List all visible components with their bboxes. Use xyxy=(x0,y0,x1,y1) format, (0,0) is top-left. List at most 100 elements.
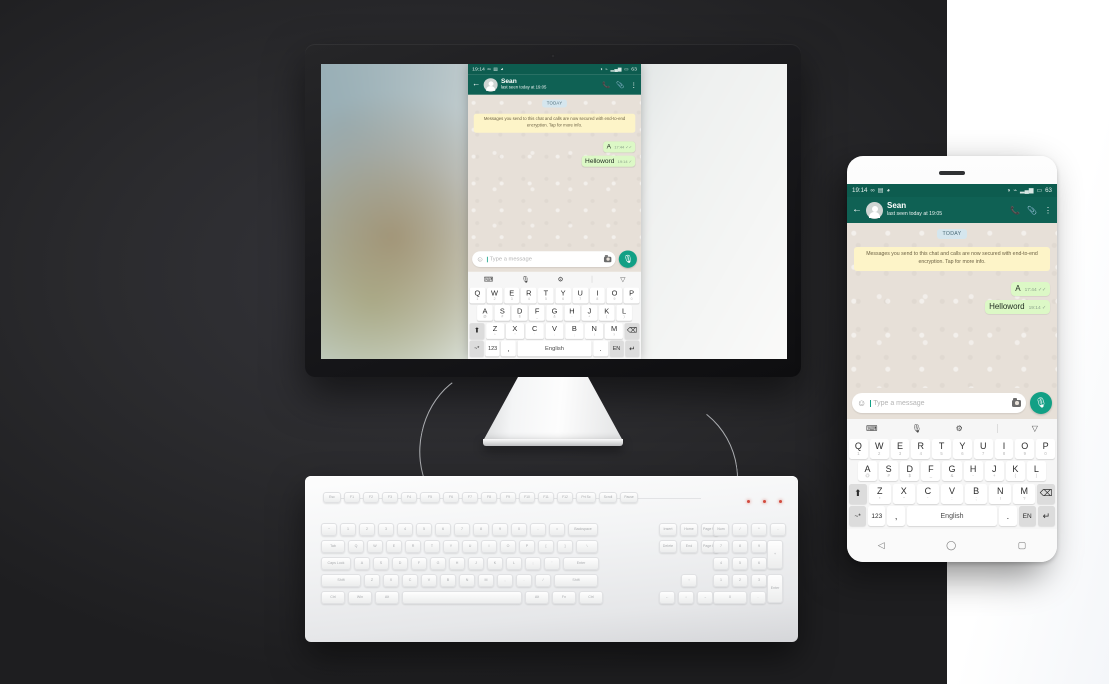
pkey-pause[interactable]: Pause xyxy=(620,492,638,503)
vkey-C[interactable]: C ' xyxy=(916,483,939,504)
vkey-P[interactable]: P0 xyxy=(623,287,640,303)
pkey-4[interactable]: 4 xyxy=(397,523,413,536)
enter-key[interactable]: ↵ xyxy=(1037,506,1056,526)
pkey-delete[interactable]: Delete xyxy=(659,540,677,553)
pkey-7[interactable]: 7 xyxy=(454,523,470,536)
pkey--[interactable]: ~ xyxy=(321,523,337,536)
vkey-K[interactable]: K( xyxy=(1005,461,1025,481)
vkey-F[interactable]: F _ xyxy=(921,461,941,481)
vkey-P[interactable]: P0 xyxy=(1036,438,1055,459)
shift-key[interactable]: ⬆ xyxy=(849,483,867,504)
nav-back-icon[interactable]: ◁ xyxy=(878,540,885,551)
vkey-N[interactable]: N! xyxy=(989,483,1012,504)
pkey-7[interactable]: 7 xyxy=(713,540,729,553)
pkey-l[interactable]: L xyxy=(506,557,522,570)
call-icon[interactable]: 📞 xyxy=(602,81,610,88)
message-bubble[interactable]: Helloword 19:14 ✓ xyxy=(581,155,636,167)
message-input-field[interactable]: ☺ Type a message xyxy=(472,251,616,268)
vkey-B[interactable]: B; xyxy=(565,322,584,339)
pkey-8[interactable]: 8 xyxy=(473,523,489,536)
pkey-o[interactable]: O xyxy=(500,540,516,553)
pkey-3[interactable]: 3 xyxy=(751,574,767,587)
microphone-icon[interactable]: 🎙 xyxy=(912,424,922,433)
symbols-key[interactable]: ~* xyxy=(469,340,484,357)
language-key[interactable]: EN xyxy=(609,340,624,357)
mirrored-phone-view[interactable]: 19:14 ∞ ▤ ◕ ◑ ⌁ ▂▄▆ ▭ 63 ← Sean last see… xyxy=(468,64,641,359)
pkey-3[interactable]: 3 xyxy=(378,523,394,536)
physical-keyboard[interactable]: Esc F1 F2 F3 F4 F5 F6 F7 F8 F9 F10 F11 F12 Prt Sc Scro… xyxy=(305,476,798,642)
pkey-fn[interactable]: Fn xyxy=(552,591,576,604)
pkey-end[interactable]: End xyxy=(680,540,698,553)
backspace-key[interactable]: ⌫ xyxy=(624,322,640,339)
pkey--[interactable]: ' xyxy=(544,557,560,570)
numbers-key[interactable]: 123 xyxy=(485,340,500,357)
pkey-f12[interactable]: F12 xyxy=(557,492,573,503)
pkey-5[interactable]: 5 xyxy=(732,557,748,570)
keyboard-row-2[interactable]: A @ S # D $ F _ G & H - J + K(L) xyxy=(849,461,1055,481)
pkey-blank[interactable] xyxy=(402,591,522,604)
android-navigation-bar[interactable]: ◁ ◯ ▢ xyxy=(847,529,1057,562)
voice-record-button[interactable]: 🎙 xyxy=(618,250,637,268)
emoji-icon[interactable]: ☺ xyxy=(476,255,484,263)
message-input-field[interactable]: ☺ Type a message xyxy=(852,393,1026,413)
pkey-g[interactable]: G xyxy=(430,557,446,570)
camera-icon[interactable] xyxy=(1012,398,1021,407)
keyboard-row-3[interactable]: ⬆ Z * X " C ' V: B; N! M? ⌫ xyxy=(849,483,1055,504)
pkey-w[interactable]: W xyxy=(367,540,383,553)
pkey--[interactable]: , xyxy=(497,574,513,587)
pkey-f5[interactable]: F5 xyxy=(420,492,440,503)
pkey-ctrl[interactable]: Ctrl xyxy=(321,591,345,604)
pkey-x[interactable]: X xyxy=(383,574,399,587)
attach-icon[interactable]: 📎 xyxy=(1027,206,1037,215)
contact-avatar[interactable] xyxy=(866,201,883,219)
pkey-4[interactable]: 4 xyxy=(713,557,729,570)
message-list[interactable]: TODAY Messages you send to this chat and… xyxy=(847,223,1057,388)
message-input-bar[interactable]: ☺ Type a message 🎙 xyxy=(468,247,641,272)
vkey-B[interactable]: B; xyxy=(965,483,988,504)
keyboard-icon[interactable]: ⌨ xyxy=(866,424,878,433)
period-key[interactable]: . xyxy=(593,340,608,357)
symbols-key[interactable]: ~* xyxy=(848,506,867,526)
vkey-V[interactable]: V: xyxy=(940,483,964,504)
vkey-C[interactable]: C ' xyxy=(525,322,544,339)
keyboard-row-1[interactable]: Q1W2E3R4T5Y6U7I8O9P0 xyxy=(469,287,640,303)
vkey-H[interactable]: H- xyxy=(564,304,580,321)
keyboard-row-4[interactable]: ~* 123 , English . EN ↵ xyxy=(469,340,640,357)
pkey--[interactable]: / xyxy=(535,574,551,587)
pkey-f4[interactable]: F4 xyxy=(401,492,417,503)
vkey-L[interactable]: L) xyxy=(1026,461,1046,481)
pkey-v[interactable]: V xyxy=(421,574,437,587)
pkey--[interactable]: . xyxy=(516,574,532,587)
message-bubble[interactable]: A 17:44 ✓✓ xyxy=(603,141,636,153)
pkey-e[interactable]: E xyxy=(386,540,402,553)
pkey-b[interactable]: B xyxy=(440,574,456,587)
vkey-D[interactable]: D $ xyxy=(900,461,920,481)
pkey-0[interactable]: 0 xyxy=(511,523,527,536)
pkey--[interactable]: ] xyxy=(557,540,573,553)
vkey-R[interactable]: R4 xyxy=(521,287,537,303)
vkey-G[interactable]: G & xyxy=(546,304,563,321)
vkey-R[interactable]: R4 xyxy=(911,438,931,459)
pkey-9[interactable]: 9 xyxy=(492,523,508,536)
pkey-m[interactable]: M xyxy=(478,574,494,587)
keyboard-icon[interactable]: ⌨ xyxy=(484,276,494,283)
vkey-A[interactable]: A @ xyxy=(858,461,878,481)
collapse-chevron-icon[interactable]: ▽ xyxy=(1032,424,1038,433)
vkey-K[interactable]: K( xyxy=(598,304,615,321)
language-key[interactable]: EN xyxy=(1018,506,1036,526)
vkey-Z[interactable]: Z * xyxy=(485,322,505,339)
keyboard-row-1[interactable]: Q1W2E3R4T5Y6U7I8O9P0 xyxy=(849,438,1055,459)
vkey-U[interactable]: U7 xyxy=(973,438,993,459)
pkey-backspace[interactable]: Backspace xyxy=(568,523,598,536)
pkey-z[interactable]: Z xyxy=(364,574,380,587)
vkey-J[interactable]: J + xyxy=(984,461,1004,481)
pkey-prt-sc[interactable]: Prt Sc xyxy=(576,492,596,503)
keyboard-row-4[interactable]: ~* 123 , English . EN ↵ xyxy=(848,506,1056,526)
pkey-caps-lock[interactable]: Caps Lock xyxy=(321,557,351,570)
pkey-n[interactable]: N xyxy=(459,574,475,587)
pkey-ctrl[interactable]: Ctrl xyxy=(579,591,603,604)
vkey-U[interactable]: U7 xyxy=(572,287,588,303)
pkey--[interactable]: . xyxy=(750,591,766,604)
pkey-scroll[interactable]: Scroll xyxy=(599,492,617,503)
pkey-alt[interactable]: Alt xyxy=(375,591,399,604)
